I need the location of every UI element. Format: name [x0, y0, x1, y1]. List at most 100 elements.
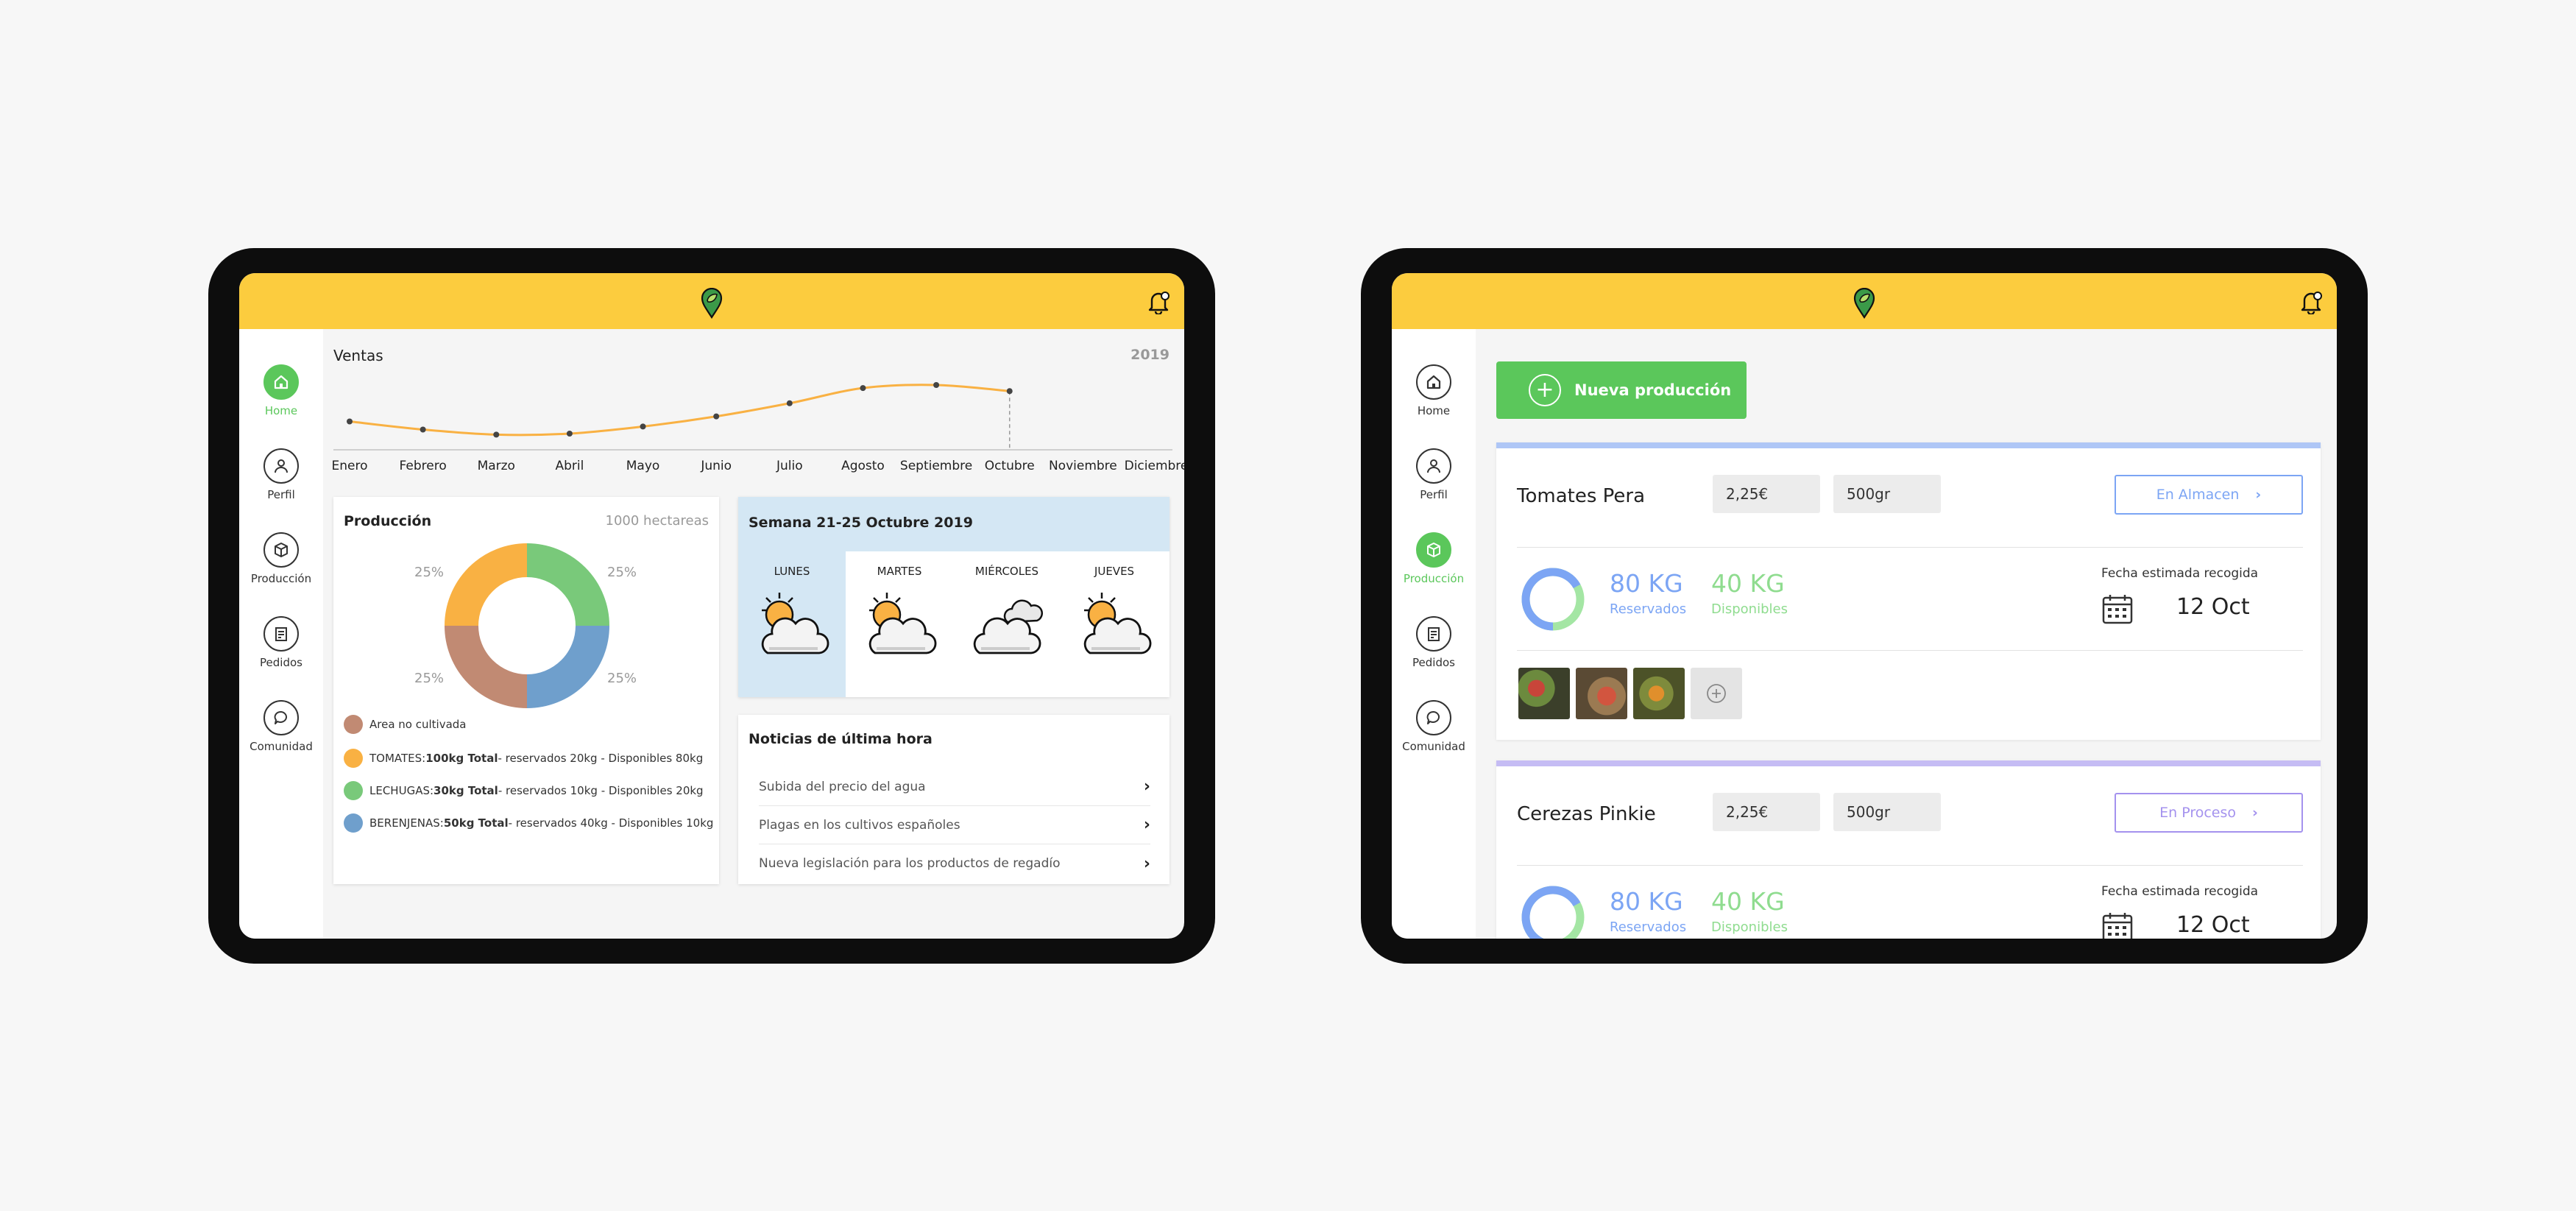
product-photo[interactable] — [1633, 668, 1685, 719]
harvest-date-label: Fecha estimada recogida — [2101, 566, 2259, 581]
sidebar-item-home[interactable]: Home — [1392, 364, 1476, 417]
x-tick-label: Octubre — [984, 459, 1035, 473]
available-value: 40 KG — [1711, 887, 1785, 916]
donut-slice[interactable] — [526, 543, 609, 626]
bell-icon[interactable] — [2299, 289, 2324, 314]
sidebar-item-home[interactable]: Home — [239, 364, 323, 417]
legend-total: 30kg Total — [434, 784, 498, 797]
x-tick-label: Noviembre — [1048, 459, 1117, 473]
weather-day-name: MARTES — [877, 565, 922, 578]
sales-data-point[interactable] — [347, 418, 353, 425]
sidebar-item-pedidos[interactable]: Pedidos — [239, 616, 323, 669]
x-tick-label: Abril — [555, 459, 584, 473]
dashboard-screen: Home Perfil Producción Pedidos Comunidad… — [239, 273, 1184, 939]
receipt-icon — [275, 627, 287, 641]
add-photo-button[interactable] — [1691, 668, 1742, 719]
harvest-date-label: Fecha estimada recogida — [2101, 884, 2259, 899]
sales-data-point[interactable] — [640, 423, 646, 430]
available-label: Disponibles — [1711, 919, 1788, 935]
product-photo[interactable] — [1576, 668, 1627, 719]
calendar-icon — [2102, 913, 2133, 939]
sun-behind-cloud-icon — [761, 593, 829, 654]
legend-swatch — [344, 781, 363, 800]
product-name: Tomates Pera — [1517, 485, 1646, 507]
sidebar-item-perfil[interactable]: Perfil — [239, 448, 323, 501]
sidebar-item-produccion[interactable]: Producción — [239, 532, 323, 585]
sidebar-item-label: Comunidad — [1402, 740, 1465, 753]
donut-pct-label: 25% — [414, 671, 445, 686]
sidebar-item-produccion[interactable]: Producción — [1392, 532, 1476, 585]
legend-label: TOMATES: — [369, 752, 426, 765]
sales-data-point[interactable] — [933, 382, 940, 388]
available-label: Disponibles — [1711, 601, 1788, 617]
donut-slice[interactable] — [526, 625, 609, 708]
production-title: Producción — [344, 513, 432, 529]
x-tick-label: Enero — [331, 459, 368, 473]
bell-icon[interactable] — [1146, 289, 1171, 314]
news-item[interactable]: Nueva legislación para los productos de … — [759, 844, 1150, 883]
weather-day[interactable]: MIÉRCOLES — [953, 551, 1061, 697]
weight-field[interactable]: 500gr — [1833, 475, 1941, 513]
stock-donut-chart — [1521, 568, 1585, 631]
donut-pct-label: 25% — [414, 565, 445, 580]
price-field[interactable]: 2,25€ — [1713, 793, 1820, 831]
sidebar-item-label: Pedidos — [260, 656, 302, 669]
sidebar-item-label: Perfil — [267, 488, 295, 501]
legend-item: Area no cultivada — [344, 715, 467, 734]
news-item-label: Nueva legislación para los productos de … — [759, 856, 1061, 871]
donut-pct-label: 25% — [607, 671, 637, 686]
sales-data-point[interactable] — [493, 431, 500, 438]
chevron-right-icon: › — [2255, 487, 2262, 503]
weather-day[interactable]: LUNES — [738, 551, 846, 697]
sales-data-point[interactable] — [566, 431, 573, 437]
news-item[interactable]: Subida del precio del agua › — [759, 768, 1150, 806]
product-photo[interactable] — [1518, 668, 1570, 719]
sidebar-item-comunidad[interactable]: Comunidad — [1392, 700, 1476, 753]
sales-data-point[interactable] — [860, 385, 866, 392]
status-button[interactable]: En Almacen › — [2115, 475, 2303, 515]
calendar-icon — [2102, 595, 2133, 624]
news-item-label: Subida del precio del agua — [759, 779, 926, 794]
sidebar-item-label: Perfil — [1420, 488, 1448, 501]
reserved-label: Reservados — [1610, 601, 1687, 617]
status-button[interactable]: En Proceso › — [2115, 793, 2303, 833]
box-icon — [1427, 543, 1440, 557]
legend-label: Area no cultivada — [369, 718, 467, 731]
donut-slice[interactable] — [445, 543, 528, 626]
chevron-right-icon: › — [1143, 816, 1150, 834]
tablet-dashboard: Home Perfil Producción Pedidos Comunidad… — [208, 248, 1215, 964]
weight-field[interactable]: 500gr — [1833, 793, 1941, 831]
available-value: 40 KG — [1711, 569, 1785, 598]
weather-day-name: JUEVES — [1094, 565, 1135, 578]
stock-donut-chart — [1521, 886, 1585, 939]
sales-data-point[interactable] — [713, 413, 720, 420]
sidebar-item-pedidos[interactable]: Pedidos — [1392, 616, 1476, 669]
x-tick-label: Julio — [776, 459, 803, 473]
news-item[interactable]: Plagas en los cultivos españoles › — [759, 806, 1150, 844]
new-production-button[interactable]: + Nueva producción — [1496, 361, 1747, 419]
top-bar — [1392, 273, 2337, 329]
user-icon — [275, 459, 288, 473]
sidebar-item-comunidad[interactable]: Comunidad — [239, 700, 323, 753]
sales-series-line — [349, 384, 1010, 437]
sales-data-point[interactable] — [420, 426, 426, 433]
home-icon — [1426, 375, 1441, 389]
sidebar-item-perfil[interactable]: Perfil — [1392, 448, 1476, 501]
map-pin-leaf-icon[interactable] — [700, 288, 723, 319]
sales-data-point[interactable] — [1006, 388, 1013, 395]
map-pin-leaf-icon[interactable] — [1853, 288, 1876, 319]
sidebar-item-label: Comunidad — [250, 740, 313, 753]
donut-slice[interactable] — [445, 625, 528, 708]
sidebar-item-label: Home — [1417, 404, 1451, 417]
harvest-date: 12 Oct — [2176, 594, 2250, 620]
legend-detail: - reservados 20kg - Disponibles 80kg — [498, 752, 704, 765]
sales-line-chart — [333, 382, 1172, 451]
sidebar-item-label: Pedidos — [1412, 656, 1455, 669]
chevron-right-icon: › — [1143, 854, 1150, 873]
weather-day[interactable]: MARTES — [846, 551, 953, 697]
price-field[interactable]: 2,25€ — [1713, 475, 1820, 513]
sales-data-point[interactable] — [786, 400, 793, 406]
status-label: En Proceso — [2159, 805, 2237, 821]
legend-item: LECHUGAS: 30kg Total - reservados 10kg -… — [344, 781, 704, 800]
weather-day[interactable]: JUEVES — [1061, 551, 1168, 697]
